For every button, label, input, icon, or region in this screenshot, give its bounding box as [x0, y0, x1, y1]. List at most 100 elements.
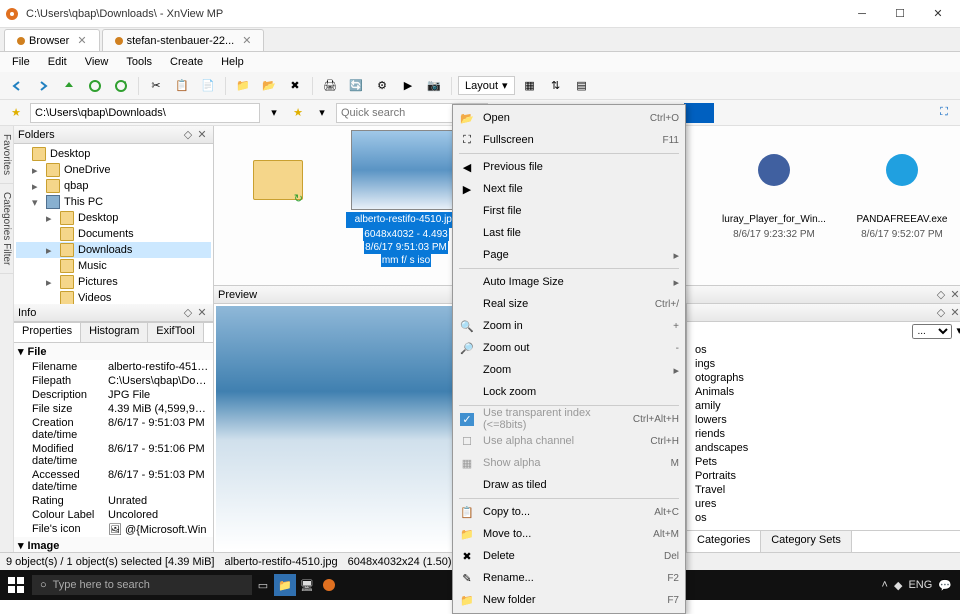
tray-chevron-up-icon[interactable]: ˄ [882, 579, 888, 591]
maximize-button[interactable]: ☐ [882, 2, 918, 26]
expand-icon[interactable]: ▸ [46, 276, 56, 289]
panel-close-button[interactable]: ✕ [195, 128, 209, 141]
menu-item[interactable]: 📁New folderF7 [455, 589, 683, 611]
properties-list[interactable]: ▾FileFilenamealberto-restifo-4510.jpgFil… [14, 343, 213, 552]
print-button[interactable]: 🖨 [319, 75, 341, 97]
capture-button[interactable]: 📷 [423, 75, 445, 97]
menu-item[interactable]: ✖DeleteDel [455, 545, 683, 567]
panel-close-button[interactable]: ✕ [195, 306, 209, 319]
menu-item[interactable]: ▶Next file [455, 178, 683, 200]
delete-button[interactable]: ✖ [284, 75, 306, 97]
taskbar-app-xnview[interactable] [318, 574, 340, 596]
tray-language[interactable]: ENG [908, 579, 932, 591]
panel-float-button[interactable]: ◇ [934, 288, 948, 301]
menu-item[interactable]: Auto Image Size▸ [455, 271, 683, 293]
menu-item[interactable]: First file [455, 200, 683, 222]
info-tab-histogram[interactable]: Histogram [81, 323, 148, 342]
copy-button[interactable]: 📋 [171, 75, 193, 97]
menu-item[interactable]: ⛶FullscreenF11 [455, 129, 683, 151]
prop-group-header[interactable]: ▾File [14, 343, 213, 360]
category-item[interactable]: Pets [693, 455, 960, 469]
panel-float-button[interactable]: ◇ [181, 128, 195, 141]
thumbnails-button[interactable]: ▦ [519, 75, 541, 97]
close-button[interactable]: ✕ [920, 2, 956, 26]
panel-close-button[interactable]: ✕ [948, 306, 960, 319]
info-tab-exiftool[interactable]: ExifTool [148, 323, 204, 342]
tree-item[interactable]: ▸OneDrive [16, 162, 211, 178]
menu-item[interactable]: Zoom▸ [455, 359, 683, 381]
category-item[interactable]: amily [693, 399, 960, 413]
minimize-button[interactable]: ─ [844, 2, 880, 26]
menu-item[interactable]: 🔍Zoom in+ [455, 315, 683, 337]
path-input[interactable] [30, 103, 260, 123]
expand-icon[interactable]: ▾ [32, 196, 42, 209]
thumbnail[interactable]: ↻ [218, 130, 338, 281]
menu-item[interactable]: Page▸ [455, 244, 683, 266]
sort-button[interactable]: ⇅ [545, 75, 567, 97]
tree-item[interactable]: ▸Downloads [16, 242, 211, 258]
copy-to-button[interactable]: 📁 [232, 75, 254, 97]
paste-button[interactable]: 📄 [197, 75, 219, 97]
menu-item[interactable]: 📁Move to...Alt+M [455, 523, 683, 545]
panel-float-button[interactable]: ◇ [934, 306, 948, 319]
menu-view[interactable]: View [77, 54, 117, 70]
menu-item[interactable]: Draw as tiled [455, 474, 683, 496]
taskbar-search[interactable]: ○ Type here to search [32, 575, 252, 595]
menu-item[interactable]: Lock zoom [455, 381, 683, 403]
tree-item[interactable]: ▸qbap [16, 178, 211, 194]
tree-item[interactable]: Documents [16, 226, 211, 242]
move-to-button[interactable]: 📂 [258, 75, 280, 97]
start-button[interactable] [0, 577, 32, 593]
menu-item[interactable]: 📋Copy to...Alt+C [455, 501, 683, 523]
tray-app-icon[interactable]: ◆ [894, 579, 902, 592]
category-item[interactable]: ures [693, 497, 960, 511]
expand-icon[interactable]: ▸ [46, 244, 56, 257]
category-item[interactable]: Animals [693, 385, 960, 399]
path-dropdown[interactable]: ▾ [264, 103, 284, 123]
prop-group-header[interactable]: ▾Image [14, 537, 213, 552]
category-item[interactable]: os [693, 343, 960, 357]
forward-button[interactable] [32, 75, 54, 97]
menu-help[interactable]: Help [213, 54, 252, 70]
cat-tab-categories[interactable]: Categories [687, 531, 761, 552]
tree-item[interactable]: Desktop [16, 146, 211, 162]
fullscreen-button[interactable]: ⛶ [934, 103, 954, 123]
menu-edit[interactable]: Edit [40, 54, 75, 70]
tab-browser[interactable]: Browser ✕ [4, 29, 100, 51]
category-item[interactable]: otographs [693, 371, 960, 385]
info-tab-properties[interactable]: Properties [14, 323, 81, 342]
category-item[interactable]: andscapes [693, 441, 960, 455]
categories-select[interactable]: ... [912, 324, 952, 339]
menu-file[interactable]: File [4, 54, 38, 70]
folder-tree[interactable]: Desktop▸OneDrive▸qbap▾This PC▸DesktopDoc… [14, 144, 213, 304]
back-button[interactable] [6, 75, 28, 97]
category-item[interactable]: lowers [693, 413, 960, 427]
sidebar-tab-categories-filter[interactable]: Categories Filter [0, 184, 13, 274]
expand-icon[interactable]: ▸ [46, 212, 56, 225]
star-icon[interactable]: ★ [288, 103, 308, 123]
expand-icon[interactable]: ▸ [32, 164, 42, 177]
convert-button[interactable]: 🔄 [345, 75, 367, 97]
cut-button[interactable]: ✂ [145, 75, 167, 97]
tree-item[interactable]: Videos [16, 290, 211, 304]
batch-button[interactable]: ⚙ [371, 75, 393, 97]
tab-close-icon[interactable]: ✕ [242, 34, 251, 47]
categories-list[interactable]: osingsotographsAnimalsamilylowersriendsa… [687, 341, 960, 530]
panel-close-button[interactable]: ✕ [948, 288, 960, 301]
color-swatch[interactable] [684, 103, 714, 123]
category-item[interactable]: Travel [693, 483, 960, 497]
layout-dropdown[interactable]: Layout▾ [458, 76, 515, 95]
panel-float-button[interactable]: ◇ [181, 306, 195, 319]
thumbnail[interactable]: PANDAFREEAV.exe8/6/17 9:52:07 PM [842, 130, 960, 281]
dropdown-icon[interactable]: ▾ [312, 103, 332, 123]
menu-item[interactable]: Last file [455, 222, 683, 244]
thumbnail[interactable]: luray_Player_for_Win...8/6/17 9:23:32 PM [714, 130, 834, 281]
taskbar-app-1[interactable]: 📁 [274, 574, 296, 596]
menu-item[interactable]: 🔎Zoom out- [455, 337, 683, 359]
filter-button[interactable]: ▤ [571, 75, 593, 97]
tree-item[interactable]: ▾This PC [16, 194, 211, 210]
tree-item[interactable]: ▸Pictures [16, 274, 211, 290]
category-item[interactable]: riends [693, 427, 960, 441]
tree-item[interactable]: ▸Desktop [16, 210, 211, 226]
category-item[interactable]: Portraits [693, 469, 960, 483]
